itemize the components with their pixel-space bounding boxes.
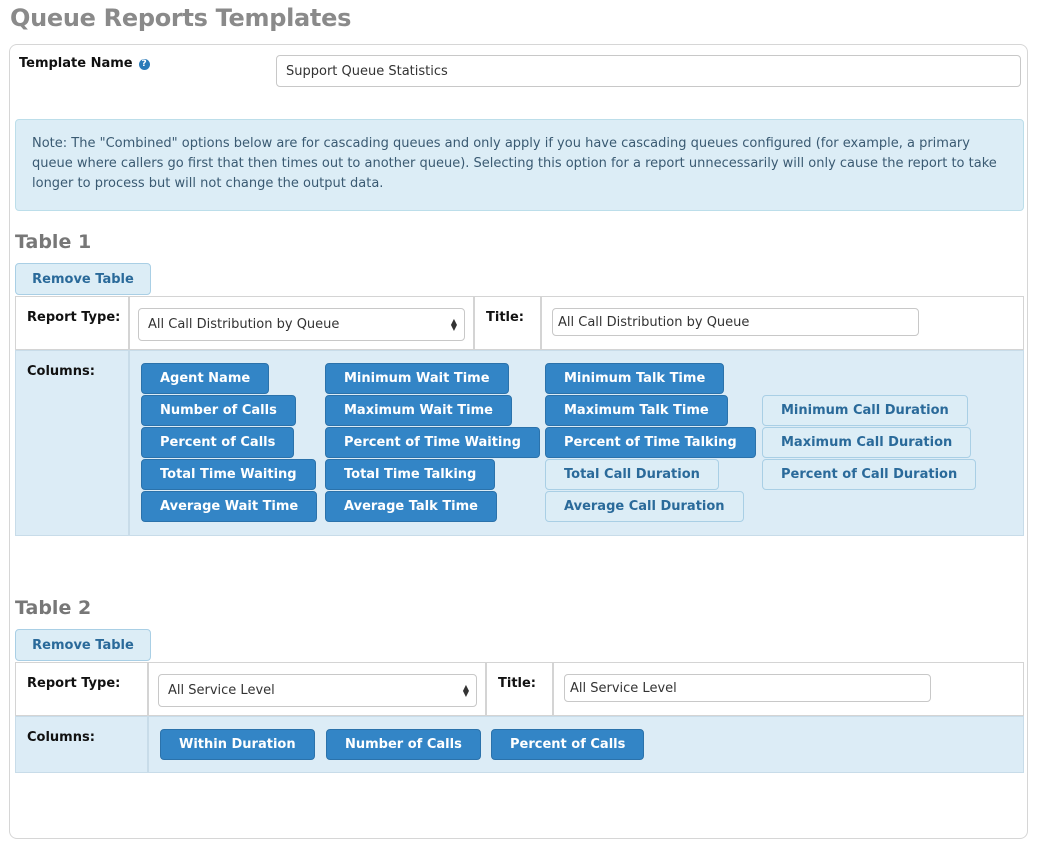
table-1-remove-button[interactable]: Remove Table [15,263,151,295]
table-2-report-type-cell: All Service Level ▲ ▼ [148,662,486,716]
table-1-title-cell [541,296,1024,350]
question-circle-icon[interactable]: ? [138,59,150,70]
column-percent-time-waiting[interactable]: Percent of Time Waiting [325,427,540,458]
table-2-remove-button[interactable]: Remove Table [15,629,151,661]
column-number-of-calls[interactable]: Number of Calls [141,395,296,426]
table-1-title-label-cell: Title: [474,296,541,350]
template-name-label: Template Name? [19,56,150,71]
up-down-arrows-icon: ▲ ▼ [450,316,457,332]
column-maximum-talk-time[interactable]: Maximum Talk Time [545,395,728,426]
table-1-columns-label-cell: Columns: [15,350,129,536]
table-2-title-label: Title: [498,676,537,691]
column-average-call-duration[interactable]: Average Call Duration [545,491,744,522]
column-minimum-talk-time[interactable]: Minimum Talk Time [545,363,725,394]
column-percent-of-calls[interactable]: Percent of Calls [141,427,295,458]
table-1-report-type-label-cell: Report Type: [15,296,129,350]
up-down-arrows-icon: ▲ ▼ [462,682,469,698]
column-average-talk-time[interactable]: Average Talk Time [325,491,497,522]
table-1-columns-label: Columns: [27,364,95,379]
table-2-report-type-label: Report Type: [27,676,121,691]
column-percent-of-calls[interactable]: Percent of Calls [491,729,645,760]
table-2-report-type-label-cell: Report Type: [15,662,148,716]
column-maximum-wait-time[interactable]: Maximum Wait Time [325,395,512,426]
table-2-title-cell [553,662,1024,716]
column-percent-call-duration[interactable]: Percent of Call Duration [762,459,977,490]
column-maximum-call-duration[interactable]: Maximum Call Duration [762,427,972,458]
page-title: Queue Reports Templates [10,4,352,32]
table-1-report-type-label: Report Type: [27,310,121,325]
cascading-note: Note: The "Combined" options below are f… [15,119,1024,211]
column-within-duration[interactable]: Within Duration [160,729,315,760]
table-1-title-input[interactable] [552,308,919,336]
table-2-title-label-cell: Title: [486,662,553,716]
column-minimum-call-duration[interactable]: Minimum Call Duration [762,395,968,426]
table-1-report-type-cell: All Call Distribution by Queue ▲ ▼ [129,296,474,350]
column-minimum-wait-time[interactable]: Minimum Wait Time [325,363,509,394]
column-total-time-talking[interactable]: Total Time Talking [325,459,496,490]
column-number-of-calls[interactable]: Number of Calls [326,729,481,760]
table-2-columns-label: Columns: [27,730,95,745]
column-total-call-duration[interactable]: Total Call Duration [545,459,719,490]
table-2-report-type-select[interactable]: All Service Level ▲ ▼ [158,674,477,707]
table-1-title-label: Title: [486,310,525,325]
column-percent-time-talking[interactable]: Percent of Time Talking [545,427,756,458]
table-1-heading: Table 1 [15,231,92,253]
table-2-heading: Table 2 [15,597,92,619]
column-total-time-waiting[interactable]: Total Time Waiting [141,459,316,490]
column-agent-name[interactable]: Agent Name [141,363,270,394]
column-average-wait-time[interactable]: Average Wait Time [141,491,318,522]
table-2-report-type-value: All Service Level [168,683,275,698]
table-2-columns-label-cell: Columns: [15,716,148,773]
template-name-input[interactable] [276,55,1021,87]
template-name-label-text: Template Name [19,56,133,71]
table-1-report-type-select[interactable]: All Call Distribution by Queue ▲ ▼ [138,308,465,341]
table-2-title-input[interactable] [564,674,931,702]
table-1-report-type-value: All Call Distribution by Queue [148,317,340,332]
